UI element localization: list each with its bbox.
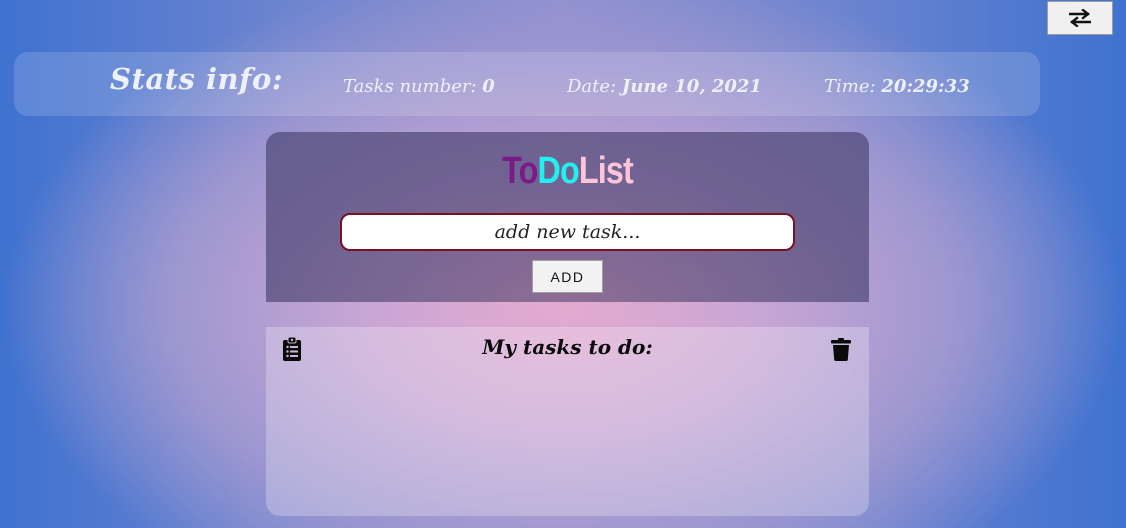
todo-input-panel: ToDoList ADD — [266, 132, 869, 302]
tasks-list-panel: My tasks to do: — [266, 327, 869, 516]
stat-time-label: Time: — [824, 76, 876, 97]
swap-arrows-icon — [1069, 9, 1091, 27]
stat-tasks-label: Tasks number: — [343, 76, 477, 97]
stat-date-label: Date: — [567, 76, 617, 97]
app-title-to: To — [502, 150, 538, 192]
stat-date-value: June 10, 2021 — [621, 76, 762, 97]
new-task-input[interactable] — [340, 213, 795, 251]
stat-time-value: 20:29:33 — [881, 76, 970, 97]
trash-icon[interactable] — [831, 338, 851, 361]
stats-title: Stats info: — [110, 62, 284, 96]
add-task-button[interactable]: ADD — [532, 260, 603, 293]
app-title-list: List — [578, 150, 634, 192]
swap-layout-button[interactable] — [1047, 1, 1113, 35]
app-title: ToDoList — [311, 150, 824, 193]
stat-date: Date: June 10, 2021 — [567, 76, 762, 97]
stat-tasks-value: 0 — [482, 76, 495, 97]
stats-bar: Stats info: Tasks number: 0 Date: June 1… — [14, 52, 1040, 116]
stat-tasks-number: Tasks number: 0 — [343, 76, 495, 97]
tasks-title: My tasks to do: — [482, 335, 653, 359]
stat-time: Time: 20:29:33 — [824, 76, 970, 97]
app-title-do: Do — [537, 150, 579, 192]
